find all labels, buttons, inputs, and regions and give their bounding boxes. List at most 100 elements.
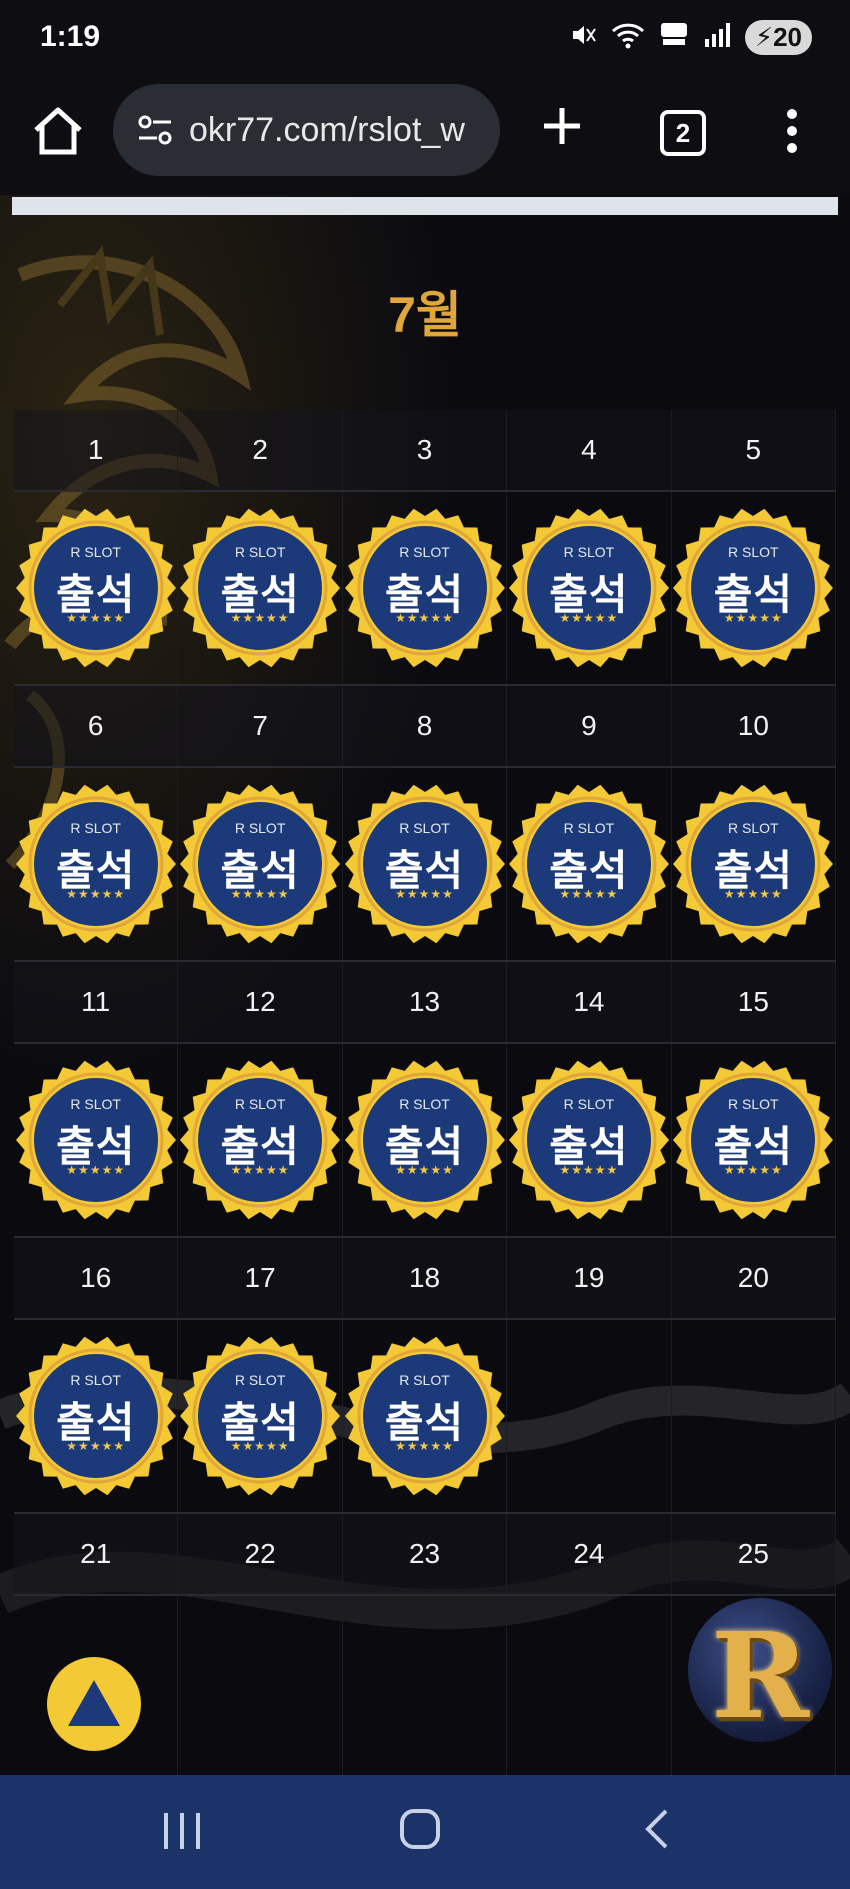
stamp-stars: ★★★★★ [66, 1163, 126, 1177]
stamp-brand: R SLOT [728, 1096, 779, 1112]
stamp-brand: R SLOT [563, 544, 615, 560]
day-cell: R SLOT 출석 ★★★★★ [507, 1044, 672, 1236]
stamp-brand: R SLOT [70, 820, 121, 836]
day-cell: R SLOT 출석 ★★★★★ [672, 492, 837, 684]
attendance-stamp: R SLOT 출석 ★★★★★ [14, 1334, 178, 1498]
day-number: 19 [507, 1238, 672, 1318]
plus-icon[interactable] [540, 104, 584, 148]
day-number: 20 [671, 1238, 837, 1318]
day-number: 7 [178, 686, 343, 766]
day-number: 11 [14, 962, 179, 1042]
calendar-week-stamps: R SLOT 출석 ★★★★★ R SLOT 출석 ★★★★★ R SLOT 출석 ★★★★★ R… [14, 768, 837, 962]
stamp-stars: ★★★★★ [723, 1163, 783, 1177]
day-number: 8 [342, 686, 508, 766]
stamp-brand: R SLOT [399, 1096, 450, 1112]
day-number: 25 [671, 1514, 837, 1594]
hd-voice-icon [659, 21, 689, 54]
day-number: 6 [14, 686, 179, 766]
day-cell: R SLOT 출석 ★★★★★ [178, 1044, 343, 1236]
attendance-stamp: R SLOT 출석 ★★★★★ [507, 1058, 671, 1222]
nav-home-icon[interactable] [398, 1807, 442, 1851]
recent-apps-icon[interactable] [160, 1811, 204, 1851]
stamp-stars: ★★★★★ [723, 887, 783, 901]
stamp-brand: R SLOT [399, 820, 450, 836]
triangle-up-icon [68, 1680, 120, 1726]
rslot-logo-button[interactable]: R [688, 1598, 832, 1742]
stamp-brand: R SLOT [70, 1372, 121, 1388]
attendance-stamp: R SLOT 출석 ★★★★★ [178, 1058, 342, 1222]
day-number: 14 [507, 962, 672, 1042]
status-time: 1:19 [40, 20, 101, 53]
calendar-week-stamps: R SLOT 출석 ★★★★★ R SLOT 출석 ★★★★★ R SLOT 출석 ★★★★★ R… [14, 492, 837, 686]
day-cell: R SLOT 출석 ★★★★★ [507, 768, 672, 960]
mute-icon [569, 21, 597, 54]
stamp-stars: ★★★★★ [395, 611, 454, 625]
calendar-week-header: 12345 [14, 410, 837, 492]
calendar-week-header: 11 12 13 14 15 [14, 962, 837, 1044]
day-number: 22 [178, 1514, 343, 1594]
stamp-brand: R SLOT [234, 544, 286, 560]
stamp-stars: ★★★★★ [559, 1163, 619, 1177]
day-cell [178, 1596, 343, 1775]
browser-toolbar: okr77.com/rslot_w 2 [0, 80, 850, 195]
attendance-stamp: R SLOT 출석 ★★★★★ [343, 506, 507, 670]
menu-icon[interactable] [780, 106, 804, 156]
attendance-stamp: R SLOT 출석 ★★★★★ [343, 1334, 507, 1498]
stamp-brand: R SLOT [234, 820, 286, 836]
calendar-week-stamps: R SLOT 출석 ★★★★★ R SLOT 출석 ★★★★★ R SLOT 출석 ★★★★★ R… [14, 1044, 837, 1238]
attendance-stamp: R SLOT 출석 ★★★★★ [178, 782, 342, 946]
day-cell: R SLOT 출석 ★★★★★ [671, 1044, 837, 1236]
web-page: 7월 12345R SLOT 출석 ★★★★★ R SLOT 출석 ★★★★★ R SLOT… [0, 195, 850, 1775]
month-title: 7월 [388, 287, 462, 343]
day-number: 3 [342, 410, 508, 490]
day-cell: R SLOT 출석 ★★★★★ [178, 492, 343, 684]
stamp-brand: R SLOT [728, 544, 779, 560]
day-cell [672, 1320, 837, 1512]
attendance-stamp: R SLOT 출석 ★★★★★ [507, 506, 671, 670]
scroll-top-button[interactable] [47, 1657, 141, 1751]
stamp-brand: R SLOT [399, 544, 450, 560]
home-icon[interactable] [28, 102, 88, 162]
top-banner-strip [12, 197, 838, 215]
stamp-stars: ★★★★★ [230, 1163, 290, 1177]
attendance-stamp: R SLOT 출석 ★★★★★ [14, 506, 178, 670]
calendar-week-header: 21 22 23 24 25 [14, 1514, 837, 1596]
stamp-stars: ★★★★★ [230, 1439, 290, 1453]
system-nav-bar [0, 1775, 850, 1889]
day-number: 10 [671, 686, 837, 766]
stamp-brand: R SLOT [234, 1372, 286, 1388]
day-number: 2 [178, 410, 343, 490]
stamp-stars: ★★★★★ [230, 611, 290, 625]
day-cell: R SLOT 출석 ★★★★★ [178, 1320, 343, 1512]
stamp-stars: ★★★★★ [559, 611, 619, 625]
attendance-stamp: R SLOT 출석 ★★★★★ [178, 1334, 342, 1498]
day-cell: R SLOT 출석 ★★★★★ [343, 1044, 508, 1236]
day-cell: R SLOT 출석 ★★★★★ [343, 768, 508, 960]
day-cell: R SLOT 출석 ★★★★★ [14, 768, 179, 960]
attendance-stamp: R SLOT 출석 ★★★★★ [671, 1058, 835, 1222]
day-cell [343, 1596, 508, 1775]
stamp-brand: R SLOT [70, 1096, 121, 1112]
charging-icon: ⚡ [754, 22, 774, 52]
stamp-brand: R SLOT [563, 1096, 615, 1112]
calendar-week-header: 16 17 18 19 20 [14, 1238, 837, 1320]
tab-switcher-button[interactable]: 2 [660, 110, 706, 156]
back-icon[interactable] [640, 1807, 674, 1851]
calendar-week-header: 6 7 8 9 10 [14, 686, 837, 768]
day-number: 15 [671, 962, 837, 1042]
address-bar[interactable]: okr77.com/rslot_w [113, 84, 500, 176]
day-number: 9 [507, 686, 672, 766]
stamp-stars: ★★★★★ [230, 887, 290, 901]
day-number: 17 [178, 1238, 343, 1318]
stamp-stars: ★★★★★ [66, 1439, 126, 1453]
day-number: 18 [342, 1238, 508, 1318]
logo-letter: R [710, 1606, 810, 1742]
day-number: 16 [14, 1238, 179, 1318]
site-settings-icon[interactable] [135, 110, 175, 150]
stamp-brand: R SLOT [563, 820, 615, 836]
attendance-stamp: R SLOT 출석 ★★★★★ [14, 1058, 178, 1222]
stamp-stars: ★★★★★ [66, 887, 126, 901]
stamp-stars: ★★★★★ [395, 1163, 454, 1177]
url-text: okr77.com/rslot_w [189, 110, 465, 149]
day-cell: R SLOT 출석 ★★★★★ [14, 1044, 179, 1236]
